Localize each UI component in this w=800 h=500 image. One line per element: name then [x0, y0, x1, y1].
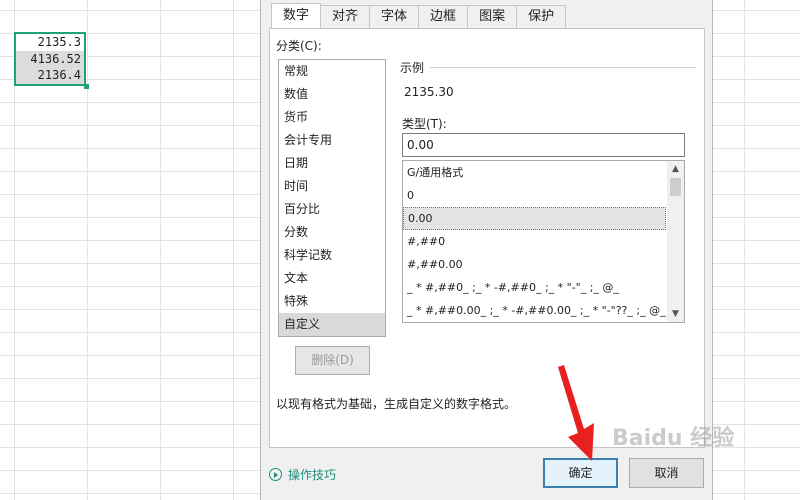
- list-item[interactable]: G/通用格式: [403, 161, 666, 184]
- category-list[interactable]: 常规 数值 货币 会计专用 日期 时间 百分比 分数 科学记数 文本 特殊 自定…: [278, 59, 386, 337]
- format-list[interactable]: G/通用格式 0 0.00 #,##0 #,##0.00 _ * #,##0_ …: [402, 160, 685, 323]
- list-item[interactable]: 分数: [279, 221, 385, 244]
- category-label: 分类(C):: [276, 39, 322, 53]
- scroll-thumb[interactable]: [670, 178, 681, 196]
- cancel-button[interactable]: 取消: [629, 458, 704, 488]
- selected-cell-range[interactable]: 2135.3 4136.52 2136.4: [14, 32, 86, 86]
- cell-value[interactable]: 2135.3: [16, 34, 84, 51]
- tab-protection[interactable]: 保护: [516, 5, 567, 28]
- format-list-scrollbar[interactable]: ▲ ▼: [667, 161, 684, 322]
- tab-pattern[interactable]: 图案: [467, 5, 518, 28]
- sample-value: 2135.30: [404, 85, 454, 99]
- list-item[interactable]: 日期: [279, 152, 385, 175]
- tips-link-group[interactable]: 操作技巧: [269, 466, 336, 483]
- list-item-selected[interactable]: 自定义: [279, 313, 385, 336]
- number-tab-panel: 分类(C): 常规 数值 货币 会计专用 日期 时间 百分比 分数 科学记数 文…: [269, 28, 705, 448]
- tab-border[interactable]: 边框: [418, 5, 469, 28]
- list-item[interactable]: 时间: [279, 175, 385, 198]
- scroll-down-icon[interactable]: ▼: [667, 306, 684, 322]
- list-item[interactable]: 科学记数: [279, 244, 385, 267]
- tab-alignment[interactable]: 对齐: [320, 5, 371, 28]
- red-arrow-annotation-icon: [558, 365, 594, 461]
- list-item[interactable]: _ * #,##0.00_ ;_ * -#,##0.00_ ;_ * "-"??…: [403, 299, 666, 322]
- type-input[interactable]: 0.00: [402, 133, 685, 157]
- list-item[interactable]: #,##0.00: [403, 253, 666, 276]
- list-item[interactable]: 会计专用: [279, 129, 385, 152]
- list-item[interactable]: _ * #,##0_ ;_ * -#,##0_ ;_ * "-"_ ;_ @_: [403, 276, 666, 299]
- delete-button[interactable]: 删除(D): [295, 346, 370, 375]
- tab-number[interactable]: 数字: [271, 3, 322, 28]
- list-item[interactable]: 数值: [279, 83, 385, 106]
- tab-font[interactable]: 字体: [369, 5, 420, 28]
- format-description: 以现有格式为基础，生成自定义的数字格式。: [276, 397, 517, 411]
- list-item-selected[interactable]: 0.00: [403, 207, 666, 230]
- type-label: 类型(T):: [402, 117, 447, 131]
- list-item[interactable]: 文本: [279, 267, 385, 290]
- play-icon[interactable]: [269, 468, 282, 481]
- cell-value[interactable]: 2136.4: [16, 67, 84, 84]
- list-item[interactable]: 百分比: [279, 198, 385, 221]
- list-item[interactable]: 0: [403, 184, 666, 207]
- list-item[interactable]: 货币: [279, 106, 385, 129]
- sample-label: 示例: [400, 59, 431, 76]
- list-item[interactable]: #,##0: [403, 230, 666, 253]
- watermark: Baidu 经验: [612, 426, 735, 451]
- fill-handle[interactable]: [84, 84, 89, 89]
- scroll-up-icon[interactable]: ▲: [667, 161, 684, 177]
- tips-link[interactable]: 操作技巧: [288, 466, 336, 483]
- dialog-tabs: 数字 对齐 字体 边框 图案 保护: [271, 3, 567, 29]
- list-item[interactable]: 特殊: [279, 290, 385, 313]
- cell-value[interactable]: 4136.52: [16, 50, 84, 68]
- list-item[interactable]: 常规: [279, 60, 385, 83]
